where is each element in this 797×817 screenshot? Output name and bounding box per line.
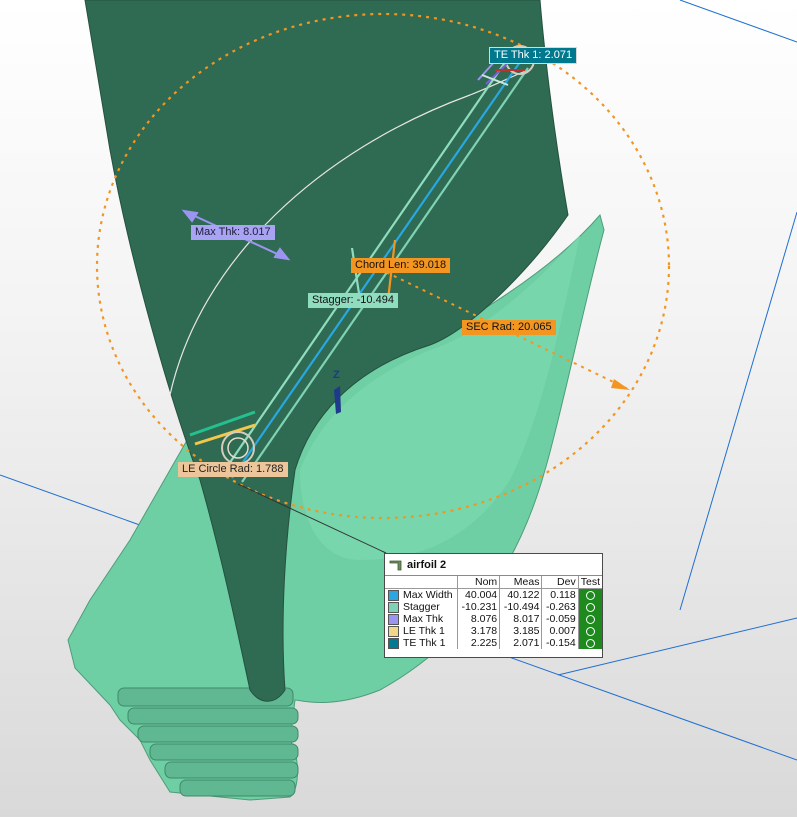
- table-row[interactable]: Max Width 40.004 40.122 0.118: [385, 588, 602, 601]
- z-axis-label: Z: [333, 369, 340, 381]
- row-meas: 40.122: [499, 588, 542, 601]
- row-nom: 8.076: [456, 613, 500, 625]
- header-nom: Nom: [456, 576, 500, 589]
- row-dev: -0.263: [541, 601, 579, 613]
- color-swatch: [387, 589, 399, 601]
- row-name: Stagger: [403, 601, 440, 613]
- header-test: Test: [577, 576, 602, 589]
- color-swatch: [387, 625, 399, 637]
- results-table: Nom Meas Dev Test Max Width 40.004 40.12…: [385, 576, 602, 649]
- pass-icon: [577, 637, 602, 649]
- row-dev: 0.007: [541, 625, 579, 637]
- table-row[interactable]: LE Thk 1 3.178 3.185 0.007: [385, 625, 602, 637]
- panel-title: airfoil 2: [407, 558, 447, 571]
- color-swatch: [387, 637, 399, 649]
- sec-radius-arrowhead: [611, 379, 630, 390]
- 3d-viewport[interactable]: [0, 0, 797, 817]
- table-header-row: Nom Meas Dev Test: [385, 576, 602, 589]
- row-nom: 40.004: [456, 588, 500, 601]
- stagger-callout[interactable]: Stagger: -10.494: [308, 293, 398, 308]
- row-dev: 0.118: [541, 588, 579, 601]
- row-meas: 3.185: [499, 625, 542, 637]
- color-swatch: [387, 601, 399, 613]
- color-swatch: [387, 613, 399, 625]
- row-dev: -0.059: [541, 613, 579, 625]
- row-meas: 8.017: [499, 613, 542, 625]
- table-row[interactable]: Stagger -10.231 -10.494 -0.263: [385, 601, 602, 613]
- blade-root: [117, 687, 299, 797]
- row-name: TE Thk 1: [403, 637, 446, 649]
- header-name: [401, 576, 458, 589]
- panel-header: airfoil 2: [385, 554, 602, 576]
- row-meas: -10.494: [499, 601, 542, 613]
- row-name: LE Thk 1: [403, 625, 445, 637]
- row-dev: -0.154: [541, 637, 579, 649]
- row-nom: 2.225: [456, 637, 500, 649]
- le-circle-rad-callout[interactable]: LE Circle Rad: 1.788: [178, 462, 288, 477]
- pass-icon: [577, 625, 602, 637]
- row-meas: 2.071: [499, 637, 542, 649]
- airfoil-result-panel[interactable]: airfoil 2 Nom Meas Dev Test Max Width 40…: [384, 553, 603, 658]
- table-row[interactable]: Max Thk 8.076 8.017 -0.059: [385, 613, 602, 625]
- chord-len-callout[interactable]: Chord Len: 39.018: [351, 258, 451, 273]
- pass-icon: [577, 613, 602, 625]
- row-name: Max Thk: [403, 613, 444, 625]
- table-row[interactable]: TE Thk 1 2.225 2.071 -0.154: [385, 637, 602, 649]
- header-dev: Dev: [541, 576, 579, 589]
- header-meas: Meas: [499, 576, 542, 589]
- pass-icon: [577, 588, 602, 601]
- header-swatch: [385, 576, 401, 589]
- airfoil-icon: [389, 560, 402, 570]
- max-thk-callout[interactable]: Max Thk: 8.017: [191, 225, 275, 240]
- pass-icon: [577, 601, 602, 613]
- row-name: Max Width: [403, 589, 453, 601]
- row-nom: -10.231: [456, 601, 500, 613]
- sec-rad-callout[interactable]: SEC Rad: 20.065: [462, 320, 556, 335]
- te-thk-callout[interactable]: TE Thk 1: 2.071: [489, 47, 578, 64]
- row-nom: 3.178: [456, 625, 500, 637]
